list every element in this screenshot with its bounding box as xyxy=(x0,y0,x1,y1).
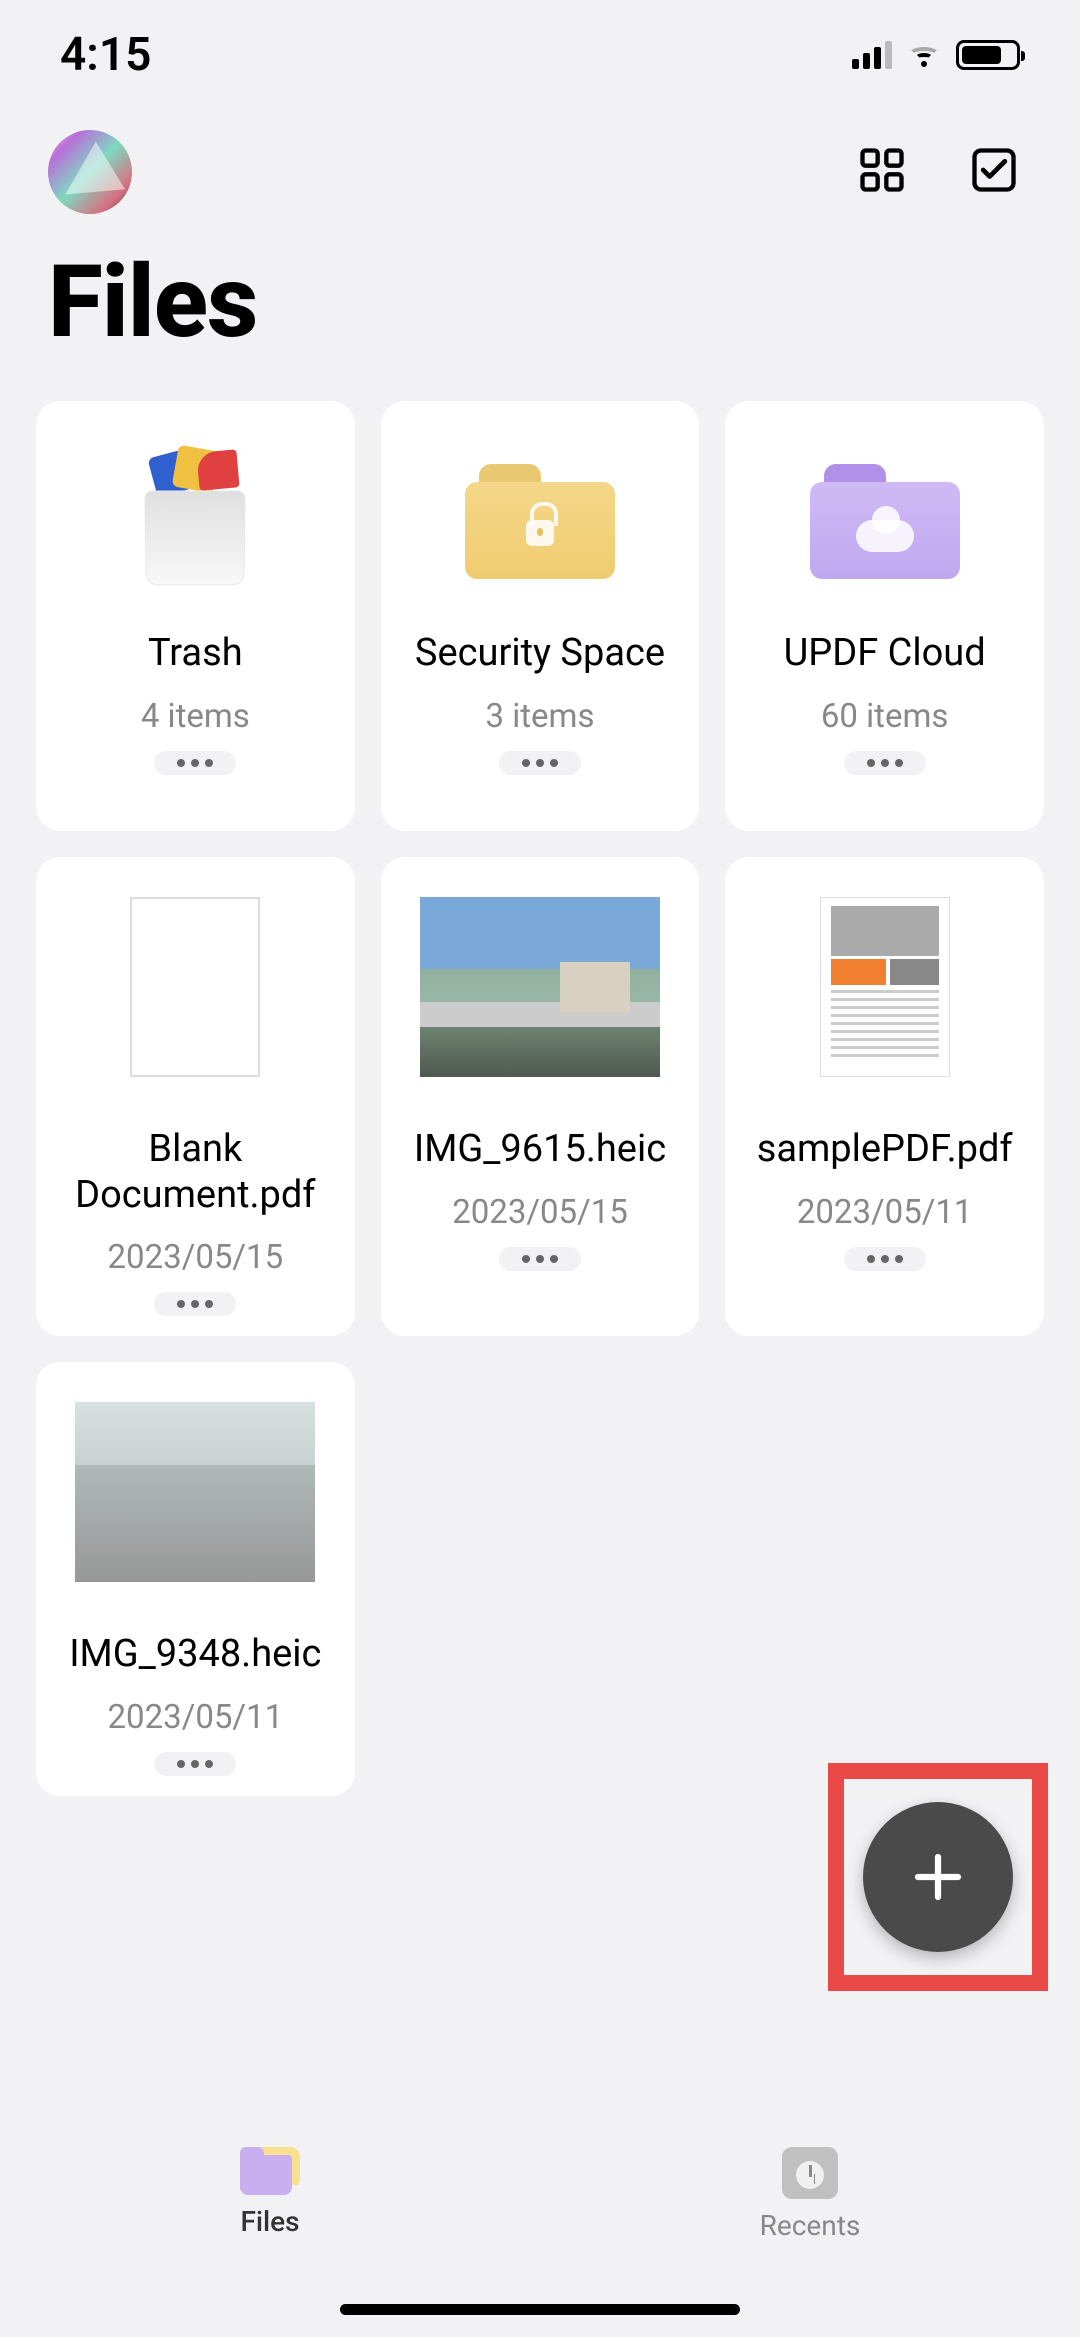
tab-files[interactable]: Files xyxy=(0,2127,540,2287)
fab-highlight-annotation xyxy=(828,1763,1048,1991)
item-name: IMG_9348.heic xyxy=(63,1632,327,1678)
status-time: 4:15 xyxy=(60,28,151,82)
item-name: IMG_9615.heic xyxy=(408,1127,672,1173)
plus-icon xyxy=(908,1847,968,1907)
home-indicator[interactable] xyxy=(340,2304,740,2315)
item-security-space[interactable]: Security Space 3 items xyxy=(381,401,700,831)
tab-label: Recents xyxy=(760,2209,861,2242)
item-sub: 2023/05/11 xyxy=(108,1698,284,1737)
item-sub: 2023/05/15 xyxy=(452,1193,628,1232)
item-sub: 2023/05/11 xyxy=(797,1193,973,1232)
item-updf-cloud[interactable]: UPDF Cloud 60 items xyxy=(725,401,1044,831)
tab-label: Files xyxy=(240,2205,299,2238)
page-title: Files xyxy=(48,244,1032,361)
item-img-9615[interactable]: IMG_9615.heic 2023/05/15 xyxy=(381,857,700,1336)
more-icon[interactable] xyxy=(499,751,581,775)
more-icon[interactable] xyxy=(499,1247,581,1271)
grid-view-icon[interactable] xyxy=(856,144,908,200)
item-trash[interactable]: Trash 4 items xyxy=(36,401,355,831)
wifi-icon xyxy=(906,41,942,69)
item-name: Security Space xyxy=(409,631,671,677)
more-icon[interactable] xyxy=(844,751,926,775)
trash-icon xyxy=(130,456,260,586)
cellular-signal-icon xyxy=(852,41,892,69)
item-name: Blank Document.pdf xyxy=(46,1127,345,1218)
files-grid: Trash 4 items Security Space 3 items UPD… xyxy=(0,401,1080,1796)
photo-thumbnail-icon xyxy=(75,1402,315,1582)
status-icons xyxy=(852,40,1020,70)
pdf-thumbnail-icon xyxy=(820,897,950,1077)
item-img-9348[interactable]: IMG_9348.heic 2023/05/11 xyxy=(36,1362,355,1796)
add-button[interactable] xyxy=(863,1802,1013,1952)
item-name: UPDF Cloud xyxy=(778,631,992,677)
more-icon[interactable] xyxy=(154,751,236,775)
select-checkbox-icon[interactable] xyxy=(968,144,1020,200)
locked-folder-icon xyxy=(465,464,615,579)
recents-tab-icon xyxy=(782,2147,838,2199)
item-samplepdf[interactable]: samplePDF.pdf 2023/05/11 xyxy=(725,857,1044,1336)
header xyxy=(0,100,1080,224)
item-sub: 3 items xyxy=(485,697,594,736)
battery-icon xyxy=(956,40,1020,70)
photo-thumbnail-icon xyxy=(420,897,660,1077)
item-sub: 60 items xyxy=(821,697,949,736)
more-icon[interactable] xyxy=(844,1247,926,1271)
item-name: Trash xyxy=(142,631,249,677)
more-icon[interactable] xyxy=(154,1292,236,1316)
avatar[interactable] xyxy=(48,130,132,214)
item-blank-document[interactable]: Blank Document.pdf 2023/05/15 xyxy=(36,857,355,1336)
document-icon xyxy=(130,897,260,1077)
files-tab-icon xyxy=(240,2147,300,2195)
item-sub: 2023/05/15 xyxy=(108,1238,284,1277)
item-name: samplePDF.pdf xyxy=(751,1127,1019,1173)
more-icon[interactable] xyxy=(154,1752,236,1776)
tab-recents[interactable]: Recents xyxy=(540,2127,1080,2287)
item-sub: 4 items xyxy=(141,697,250,736)
cloud-folder-icon xyxy=(810,464,960,579)
status-bar: 4:15 xyxy=(0,0,1080,100)
